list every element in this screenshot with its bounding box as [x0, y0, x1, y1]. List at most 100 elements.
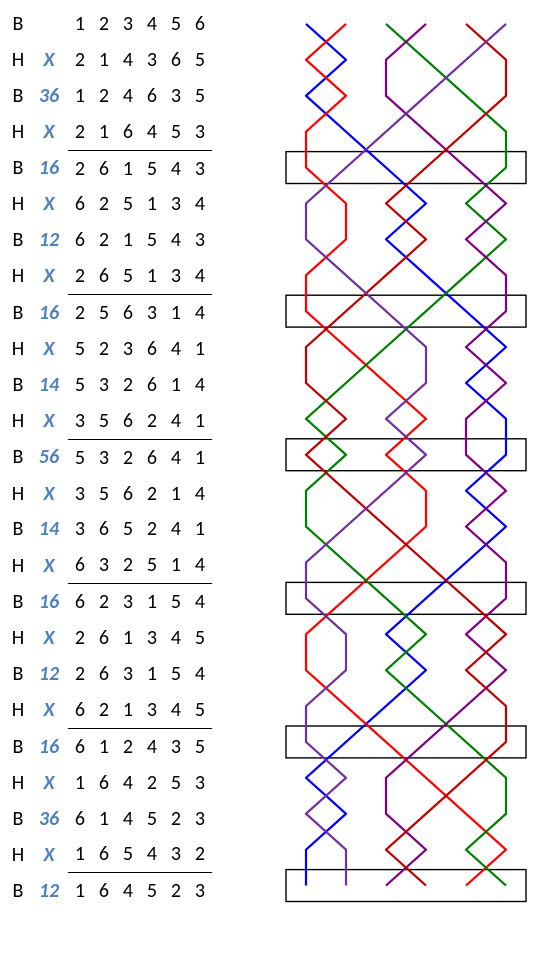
stroke-label: H — [6, 547, 30, 583]
bell-cell: 3 — [140, 295, 164, 331]
bell-cell: 1 — [68, 765, 92, 801]
stroke-label: H — [6, 186, 30, 222]
stroke-label: H — [6, 403, 30, 439]
bell-cell: 5 — [188, 692, 212, 728]
bell-cell: 5 — [92, 295, 116, 331]
bell-cell: 2 — [164, 873, 188, 909]
bell-cell: 2 — [164, 801, 188, 837]
bell-cell: 2 — [116, 439, 140, 475]
bell-cell: 6 — [164, 42, 188, 78]
bell-cell: 6 — [116, 295, 140, 331]
bell-cell: 1 — [68, 836, 92, 872]
lead-head-box — [286, 295, 526, 327]
method-row: B16256314 — [6, 295, 212, 331]
bell-cell: 5 — [164, 584, 188, 620]
bell-cell: 5 — [188, 42, 212, 78]
bell-cell: 2 — [92, 331, 116, 367]
bell-cell: 2 — [116, 367, 140, 403]
bell-cell: 2 — [92, 692, 116, 728]
bell-cell: 1 — [188, 403, 212, 439]
bell-cell: 2 — [140, 511, 164, 547]
lead-head-box — [286, 870, 526, 902]
place-notation: 12 — [30, 222, 68, 258]
method-row: B123456 — [6, 6, 212, 42]
bell-cell: 6 — [116, 403, 140, 439]
bell-cell: 4 — [116, 42, 140, 78]
bell-cell: 4 — [164, 222, 188, 258]
bell-cell: 2 — [92, 78, 116, 114]
bell-cell: 6 — [188, 6, 212, 42]
place-notation: 12 — [30, 656, 68, 692]
bell-cell: 4 — [116, 801, 140, 837]
bell-cell: 5 — [164, 6, 188, 42]
bell-cell: 6 — [140, 331, 164, 367]
method-row: HX214365 — [6, 42, 212, 78]
bell-cell: 2 — [92, 6, 116, 42]
bell-cell: 3 — [92, 439, 116, 475]
bell-cell: 3 — [188, 150, 212, 186]
bell-cell: 4 — [164, 403, 188, 439]
method-row: B12164523 — [6, 873, 212, 909]
place-notation: 12 — [30, 873, 68, 909]
bell-cell: 2 — [92, 222, 116, 258]
bell-cell: 4 — [188, 547, 212, 583]
stroke-label: H — [6, 765, 30, 801]
bell-cell: 6 — [68, 801, 92, 837]
bell-cell: 3 — [164, 186, 188, 222]
bell-cell: 3 — [188, 873, 212, 909]
bell-cell: 5 — [68, 367, 92, 403]
bell-cell: 1 — [140, 656, 164, 692]
place-notation: 56 — [30, 439, 68, 475]
bell-cell: 2 — [116, 728, 140, 764]
bell-cell: 3 — [116, 584, 140, 620]
bell-cell: 6 — [140, 439, 164, 475]
bell-cell: 2 — [68, 656, 92, 692]
stroke-label: B — [6, 367, 30, 403]
method-row: B14532614 — [6, 367, 212, 403]
method-row: HX356241 — [6, 403, 212, 439]
bell-cell: 1 — [92, 728, 116, 764]
place-notation: X — [30, 836, 68, 872]
bell-cell: 4 — [116, 765, 140, 801]
bell-cell: 2 — [68, 42, 92, 78]
bell-cell: 4 — [188, 367, 212, 403]
bell-cell: 2 — [116, 547, 140, 583]
bell-cell: 1 — [116, 620, 140, 656]
bell-cell: 2 — [92, 186, 116, 222]
place-notation: 16 — [30, 728, 68, 764]
stroke-label: B — [6, 656, 30, 692]
bell-cell: 3 — [68, 511, 92, 547]
bell-cell: 6 — [92, 620, 116, 656]
bell-cell: 5 — [164, 114, 188, 150]
bell-cell: 6 — [68, 186, 92, 222]
bell-cell: 2 — [188, 836, 212, 872]
lead-head-box — [286, 726, 526, 758]
bell-cell: 2 — [68, 114, 92, 150]
bell-cell: 3 — [140, 42, 164, 78]
bell-cell: 6 — [68, 222, 92, 258]
bell-cell: 2 — [92, 584, 116, 620]
bell-cell: 5 — [140, 547, 164, 583]
place-notation: 16 — [30, 150, 68, 186]
bell-cell: 5 — [140, 222, 164, 258]
bell-cell: 3 — [164, 836, 188, 872]
bell-cell: 1 — [68, 6, 92, 42]
stroke-label: H — [6, 620, 30, 656]
method-row: B36124635 — [6, 78, 212, 114]
bell-cell: 6 — [92, 511, 116, 547]
bell-cell: 1 — [92, 42, 116, 78]
bell-cell: 1 — [116, 150, 140, 186]
bell-cell: 4 — [188, 656, 212, 692]
method-row: HX216453 — [6, 114, 212, 150]
bell-cell: 1 — [116, 692, 140, 728]
stroke-label: H — [6, 836, 30, 872]
bell-cell: 1 — [140, 186, 164, 222]
place-notation: 14 — [30, 367, 68, 403]
bell-cell: 2 — [68, 258, 92, 294]
bell-cell: 2 — [140, 403, 164, 439]
bell-line-6 — [306, 24, 506, 886]
bell-cell: 5 — [92, 476, 116, 512]
bell-cell: 3 — [92, 367, 116, 403]
stroke-label: B — [6, 295, 30, 331]
bell-cell: 4 — [188, 476, 212, 512]
